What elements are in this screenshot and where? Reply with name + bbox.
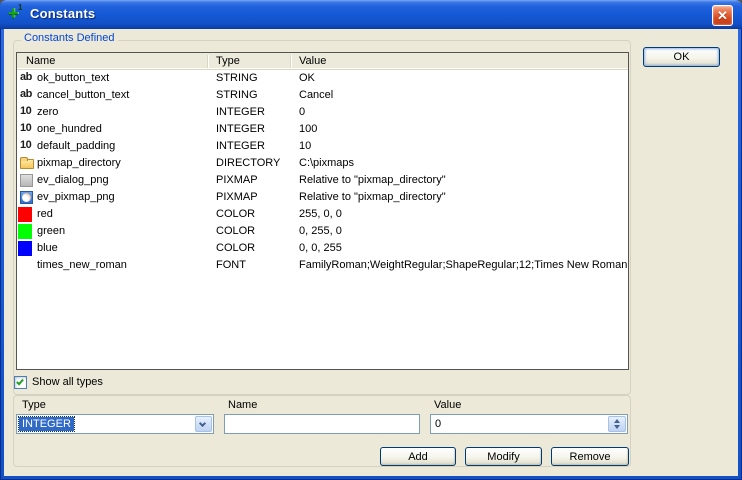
groupbox-title: Constants Defined [21,32,118,44]
table-row[interactable]: ev_pixmap_png PIXMAP Relative to "pixmap_d… [17,189,628,206]
color-swatch-icon [18,241,32,256]
column-header-type[interactable]: Type [216,55,240,67]
pixmap-gray-icon [20,174,33,187]
plus-icon-superscript: 1 [18,3,22,12]
plus-icon: + [8,3,19,24]
table-row[interactable]: green COLOR 0, 255, 0 [17,223,628,240]
constants-table: Name Type Value abok_button_text STRING OK… [16,52,629,370]
constant-value: 100 [299,123,317,135]
table-row[interactable]: pixmap_directory DIRECTORY C:\pixmaps [17,155,628,172]
constant-name: ok_button_text [37,72,109,84]
table-row[interactable]: abcancel_button_text STRING Cancel [17,87,628,104]
constant-type: INTEGER [216,140,265,152]
integer-icon: 10 [20,122,35,136]
string-icon: ab [20,71,35,85]
table-row[interactable]: 10zero INTEGER 0 [17,104,628,121]
constant-type: FONT [216,259,246,271]
constant-value: 0 [299,106,305,118]
constant-type: PIXMAP [216,174,258,186]
spinner-buttons [608,416,626,432]
name-label: Name [228,399,257,411]
integer-icon: 10 [20,139,35,153]
constant-name: green [37,225,65,237]
constant-name: cancel_button_text [37,89,129,101]
value-spinbox[interactable] [430,414,628,434]
close-button[interactable]: ✕ [712,5,733,26]
type-combobox-selected-value: INTEGER [19,417,74,431]
constant-value: Relative to "pixmap_directory" [299,174,446,186]
constant-value: 0, 255, 0 [299,225,342,237]
constant-name: default_padding [37,140,115,152]
constants-app-icon: + 1 [8,6,26,24]
combobox-dropdown-button[interactable] [195,416,212,432]
constant-name: zero [37,106,58,118]
add-button[interactable]: Add [380,447,456,466]
table-row[interactable]: 10one_hundred INTEGER 100 [17,121,628,138]
color-swatch-icon [18,207,32,222]
window-title: Constants [30,6,95,21]
ok-button[interactable]: OK [643,47,720,67]
modify-button[interactable]: Modify [465,447,542,466]
table-row[interactable]: abok_button_text STRING OK [17,70,628,87]
constant-type: STRING [216,89,258,101]
constant-name: blue [37,242,58,254]
table-row[interactable]: red COLOR 255, 0, 0 [17,206,628,223]
constant-name: ev_pixmap_png [37,191,115,203]
constant-value: 255, 0, 0 [299,208,342,220]
checkbox-label: Show all types [32,376,103,388]
constant-type: INTEGER [216,123,265,135]
close-icon: ✕ [717,8,728,23]
checkmark-icon [16,378,24,386]
header-separator [290,55,292,68]
spin-down-button[interactable] [609,423,625,431]
table-row[interactable]: ev_dialog_png PIXMAP Relative to "pixmap_d… [17,172,628,189]
constant-type: COLOR [216,225,255,237]
table-row[interactable]: times_new_roman FONT FamilyRoman;WeightReg… [17,257,628,274]
directory-icon [20,159,34,169]
constant-type: STRING [216,72,258,84]
titlebar[interactable]: + 1 Constants ✕ [0,0,742,29]
table-header: Name Type Value [17,53,628,70]
constant-type: DIRECTORY [216,157,280,169]
constant-value: Cancel [299,89,333,101]
color-swatch-icon [18,224,32,239]
remove-button[interactable]: Remove [551,447,629,466]
column-header-value[interactable]: Value [299,55,326,67]
arrow-down-icon [614,425,620,429]
constant-name: red [37,208,53,220]
constant-value: C:\pixmaps [299,157,354,169]
constant-name: pixmap_directory [37,157,121,169]
name-input[interactable] [224,414,420,434]
pixmap-sphere-icon [20,191,33,204]
constant-value: 0, 0, 255 [299,242,342,254]
constant-value: 10 [299,140,311,152]
column-header-name[interactable]: Name [26,55,55,67]
value-input[interactable] [431,415,607,433]
constant-value: FamilyRoman;WeightRegular;ShapeRegular;1… [299,259,627,271]
type-combobox[interactable]: INTEGER [16,414,214,434]
table-body: abok_button_text STRING OK abcancel_button_… [17,70,628,274]
type-label: Type [22,399,46,411]
value-label: Value [434,399,461,411]
constant-name: one_hundred [37,123,102,135]
constant-type: COLOR [216,242,255,254]
string-icon: ab [20,88,35,102]
integer-icon: 10 [20,105,35,119]
header-separator [207,55,209,68]
constant-type: COLOR [216,208,255,220]
chevron-down-icon [199,420,206,427]
table-row[interactable]: 10default_paddingINTEGER10 [17,138,628,155]
constant-type: PIXMAP [216,191,258,203]
constant-name: ev_dialog_png [37,174,109,186]
constant-value: OK [299,72,315,84]
constant-type: INTEGER [216,106,265,118]
constant-value: Relative to "pixmap_directory" [299,191,446,203]
constant-name: times_new_roman [37,259,127,271]
table-row[interactable]: blue COLOR 0, 0, 255 [17,240,628,257]
constants-dialog-window: + 1 Constants ✕ OK Constants Defined Nam… [0,0,742,480]
checkbox-box[interactable] [14,376,27,389]
